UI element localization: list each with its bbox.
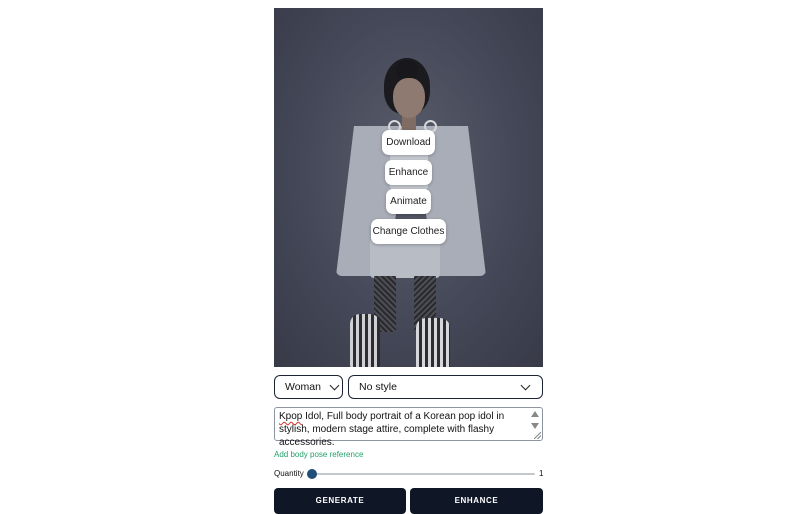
download-button[interactable]: Download [382, 130, 435, 155]
generated-image[interactable] [274, 8, 543, 367]
gender-select[interactable]: Woman [274, 375, 343, 399]
figure-boot-right [416, 318, 450, 367]
quantity-value: 1 [539, 469, 544, 478]
prompt-textarea[interactable]: Kpop Idol, Full body portrait of a Korea… [274, 407, 543, 448]
resize-handle-icon[interactable] [534, 432, 541, 439]
chevron-down-icon [329, 380, 340, 390]
enhance-button[interactable]: ENHANCE [410, 488, 543, 514]
animate-button[interactable]: Animate [386, 189, 431, 214]
prompt-text: Idol, Full body portrait of a Korean pop… [279, 411, 505, 448]
figure-face [393, 78, 425, 118]
figure-boot-left [350, 314, 380, 367]
prompt-misspelled-word: Kpop [279, 411, 303, 422]
quantity-slider-track[interactable] [310, 473, 535, 475]
style-select-value: No style [359, 381, 397, 393]
gender-select-value: Woman [285, 381, 321, 393]
change-clothes-button[interactable]: Change Clothes [371, 219, 446, 244]
figure-shorts [370, 238, 440, 278]
scroll-down-icon[interactable] [531, 423, 539, 429]
quantity-label: Quantity [274, 469, 304, 478]
scroll-up-icon[interactable] [531, 411, 539, 417]
style-select[interactable]: No style [348, 375, 543, 399]
chevron-down-icon [520, 380, 531, 390]
generate-button[interactable]: GENERATE [274, 488, 406, 514]
enhance-image-button[interactable]: Enhance [385, 160, 432, 185]
add-body-pose-link[interactable]: Add body pose reference [274, 450, 363, 459]
quantity-slider-thumb[interactable] [307, 469, 317, 479]
